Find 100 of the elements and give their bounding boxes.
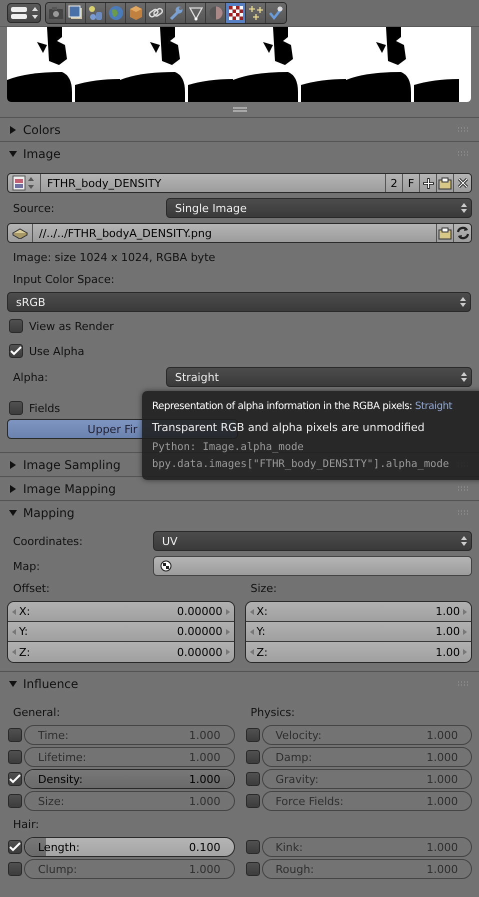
grip-icon[interactable] [457,150,471,156]
right-arrow-icon[interactable] [463,649,467,655]
left-arrow-icon[interactable] [250,649,254,655]
right-arrow-icon[interactable] [226,649,230,655]
checkbox[interactable] [246,772,260,786]
slider-field[interactable]: Velocity: 1.000 [262,725,472,745]
group-title: Physics: [250,706,295,718]
grip-icon[interactable] [457,680,471,686]
checkbox-label: Use Alpha [28,344,84,358]
checkbox[interactable] [9,401,23,415]
coordinates-label: Coordinates: [12,534,83,548]
color-space-dropdown[interactable]: sRGB [7,292,471,312]
grip-icon[interactable] [457,510,471,516]
left-arrow-icon[interactable] [12,649,16,655]
slider-field[interactable]: Length: 0.100 [24,837,234,857]
coordinates-dropdown[interactable]: UV [153,531,472,551]
context-tab[interactable] [186,3,206,23]
editor-type-button[interactable] [7,3,41,23]
panel-header[interactable]: Image [0,141,479,165]
slider-field[interactable]: Rough: 1.000 [262,859,472,879]
checkbox[interactable] [246,728,260,742]
grip-icon[interactable] [457,126,471,132]
reload-button[interactable] [454,224,471,242]
left-arrow-icon[interactable] [12,608,16,614]
group-title: Hair: [12,818,40,830]
number-field[interactable]: Y: 1.00 [246,622,471,642]
slider-field[interactable]: Damp: 1.000 [262,747,472,767]
context-tab[interactable] [146,3,166,23]
number-field[interactable]: Z: 1.00 [246,642,471,662]
left-arrow-icon[interactable] [250,628,254,634]
panel-title: Influence [23,676,78,690]
number-field[interactable]: X: 1.00 [246,602,471,622]
slider-field[interactable]: Lifetime: 1.000 [24,747,234,767]
drive-icon [12,227,28,239]
file-browser-button[interactable] [8,224,33,242]
checker-circle-icon [160,560,172,572]
checkbox[interactable] [8,750,22,764]
slider-field[interactable]: Gravity: 1.000 [262,769,472,789]
checkbox[interactable] [246,750,260,764]
checker-icon [228,5,244,21]
checkbox[interactable] [8,772,22,786]
checkbox-label: View as Render [28,320,114,332]
context-tab[interactable] [246,3,266,23]
users-count-button[interactable]: 2 [386,174,403,192]
checkbox[interactable] [9,319,23,333]
context-tab[interactable] [126,3,146,23]
fake-user-button[interactable]: F [403,174,420,192]
map-field[interactable] [153,556,472,576]
color-space-label: Input Color Space: [12,272,114,286]
source-dropdown[interactable]: Single Image [166,198,472,218]
wrench-icon [168,5,184,21]
new-image-button[interactable] [420,174,437,192]
slider-field[interactable]: Kink: 1.000 [262,837,472,857]
slider-field[interactable]: Density: 1.000 [24,769,234,789]
right-arrow-icon[interactable] [226,628,230,634]
sparkle-icon [248,5,264,21]
grip-icon[interactable] [457,486,471,492]
open-file-button[interactable] [437,224,454,242]
cube-icon [128,5,144,21]
updown-arrows-icon [461,371,467,383]
close-icon [456,177,468,189]
map-label: Map: [12,560,40,572]
checkbox[interactable] [246,862,260,876]
right-arrow-icon[interactable] [226,608,230,614]
checkbox-label: Fields [28,402,60,414]
image-browse-button[interactable] [8,174,41,192]
slider-field[interactable]: Clump: 1.000 [24,859,234,879]
checkbox[interactable] [8,840,22,854]
checkbox[interactable] [8,862,22,876]
panel-header[interactable]: Influence [0,671,479,695]
slider-field[interactable]: Force Fields: 1.000 [262,791,472,811]
left-arrow-icon[interactable] [12,628,16,634]
image-name-field[interactable]: FTHR_body_DENSITY [41,174,386,192]
context-tab[interactable] [86,3,106,23]
number-field[interactable]: Y: 0.00000 [8,622,234,642]
slider-field[interactable]: Size: 1.000 [24,791,234,811]
folder-icon [438,176,452,190]
right-arrow-icon[interactable] [463,628,467,634]
alpha-dropdown[interactable]: Straight [166,367,472,387]
slider-field[interactable]: Time: 1.000 [24,725,234,745]
open-image-button[interactable] [437,174,454,192]
panel-title: Image Mapping [23,482,116,496]
number-field[interactable]: Z: 0.00000 [8,642,234,662]
checkbox[interactable] [246,794,260,808]
context-tab[interactable] [226,3,246,23]
checkbox[interactable] [8,728,22,742]
resize-handle-icon[interactable] [232,107,246,112]
checkbox[interactable] [9,344,23,358]
number-field[interactable]: X: 0.00000 [8,602,234,622]
panel-header[interactable]: Colors [0,117,479,141]
context-tab[interactable] [266,3,286,23]
folder-icon [438,226,452,240]
context-tab[interactable] [66,3,86,23]
file-path-field[interactable]: //../../FTHR_bodyA_DENSITY.png [33,224,437,242]
panel-header[interactable]: Mapping [0,500,479,524]
left-arrow-icon[interactable] [250,608,254,614]
unlink-button[interactable] [454,174,471,192]
checkbox[interactable] [8,794,22,808]
checkbox[interactable] [246,840,260,854]
right-arrow-icon[interactable] [463,608,467,614]
